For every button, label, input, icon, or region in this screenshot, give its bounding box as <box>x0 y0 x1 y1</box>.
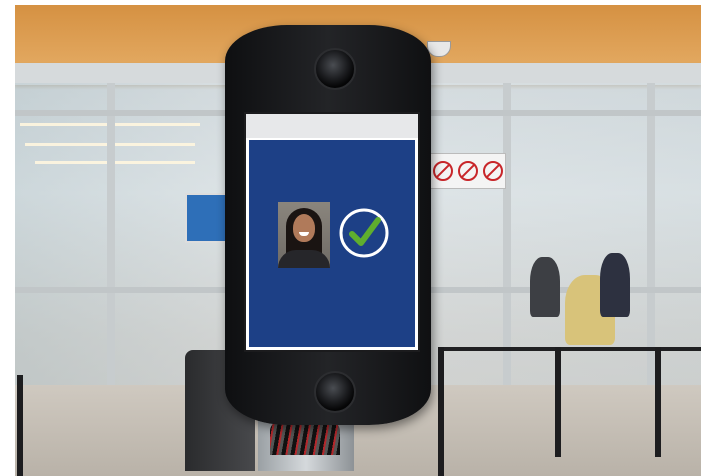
kiosk-screen <box>244 112 420 352</box>
wall-monitor <box>185 193 229 243</box>
no-smoking-icon <box>433 161 454 181</box>
no-phone-icon <box>457 161 478 181</box>
queue-stanchion <box>17 375 23 476</box>
queue-belt <box>440 347 701 351</box>
no-entry-icon <box>482 161 503 181</box>
screen-header <box>246 114 418 138</box>
queue-stanchion <box>655 347 661 457</box>
queue-stanchion <box>438 347 444 476</box>
screen-body <box>249 140 415 347</box>
camera-lens-icon <box>314 371 356 413</box>
traveler <box>600 253 630 317</box>
prohibition-sign <box>430 153 506 189</box>
captured-face-photo <box>278 202 330 268</box>
checkmark-icon <box>339 208 389 258</box>
queue-stanchion <box>555 347 561 457</box>
camera-lens-icon <box>314 48 356 90</box>
traveler <box>530 257 560 317</box>
ceiling-light <box>35 161 195 164</box>
